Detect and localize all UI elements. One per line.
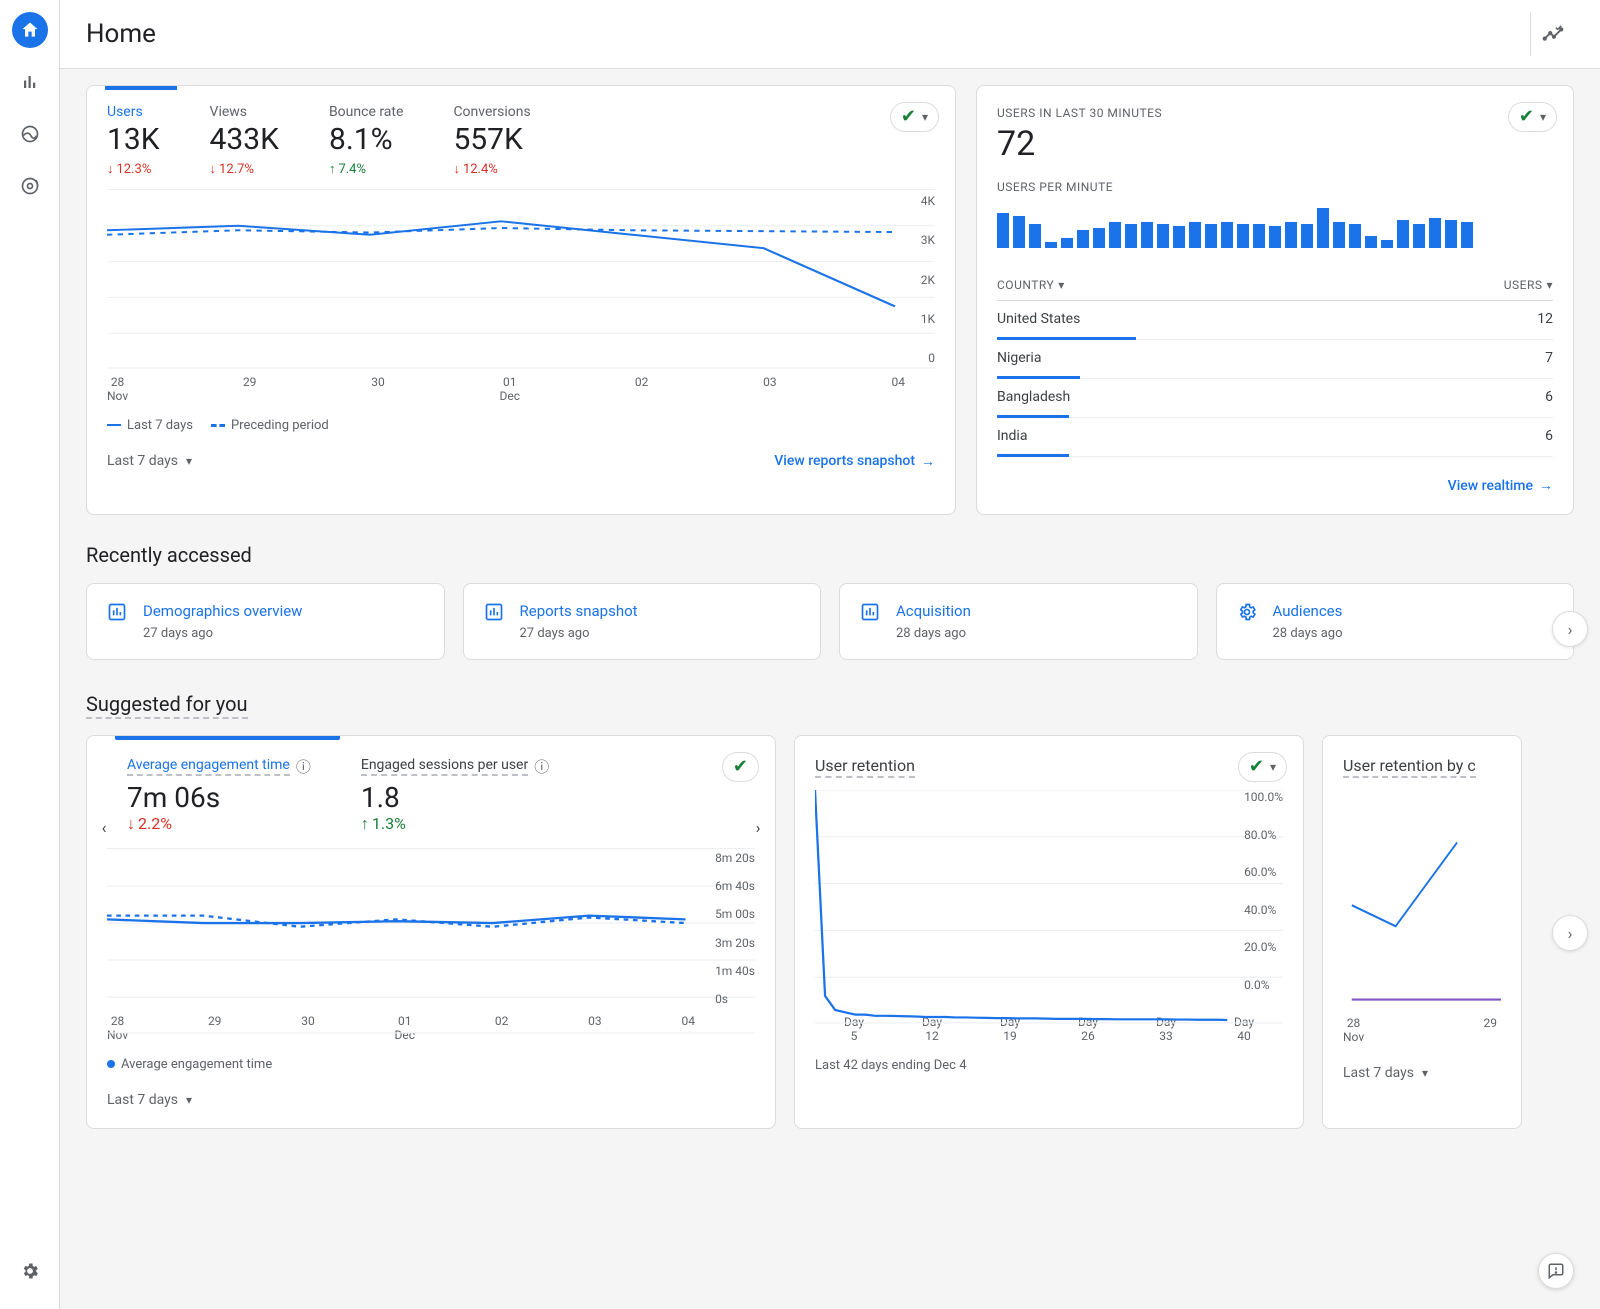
chevron-down-icon: ▾	[1270, 760, 1276, 774]
suggested-next-button[interactable]: ›	[1552, 915, 1588, 951]
page-title: Home	[86, 19, 156, 49]
arrow-right-icon: →	[1539, 477, 1553, 494]
engaged-sessions-value: 1.8	[361, 781, 549, 814]
recent-card[interactable]: Acquisition28 days ago	[839, 583, 1198, 660]
arrow-right-icon: →	[921, 453, 935, 470]
retention-footer: Last 42 days ending Dec 4	[815, 1058, 1283, 1073]
realtime-status-dropdown[interactable]: ✔ ▾	[1508, 102, 1557, 132]
users-column-header[interactable]: USERS▾	[1504, 278, 1553, 292]
overview-metric-bounce-rate[interactable]: Bounce rate8.1%↑7.4%	[329, 104, 403, 177]
overview-metric-conversions[interactable]: Conversions557K↓12.4%	[453, 104, 530, 177]
retention2-chart	[1343, 790, 1501, 1010]
overview-metric-views[interactable]: Views433K↓12.7%	[210, 104, 279, 177]
suggested-heading: Suggested for you	[86, 692, 1574, 719]
engagement-chart: 8m 20s6m 40s5m 00s3m 20s1m 40s0s	[107, 848, 755, 1008]
feedback-button[interactable]	[1538, 1253, 1574, 1289]
recent-card[interactable]: Reports snapshot27 days ago	[463, 583, 822, 660]
engagement-active-tab-indicator	[115, 736, 340, 740]
view-realtime-link[interactable]: View realtime→	[1448, 477, 1553, 494]
retention-by-cohort-card: User retention by c 28Nov29 Last 7 days▾	[1322, 735, 1522, 1129]
avg-engagement-label[interactable]: Average engagement time ⓘ	[127, 756, 311, 777]
realtime-value: 72	[997, 124, 1553, 164]
overview-active-tab-indicator	[105, 86, 177, 90]
help-icon[interactable]: ⓘ	[296, 756, 311, 777]
legend-last7: Last 7 days	[127, 418, 193, 433]
retention-card: ✔ ▾ User retention 100.0%80.0%60.0%40.0%…	[794, 735, 1304, 1129]
overview-legend: Last 7 days Preceding period	[107, 418, 935, 433]
view-reports-snapshot-link[interactable]: View reports snapshot→	[774, 453, 935, 470]
engaged-sessions-label[interactable]: Engaged sessions per user ⓘ	[361, 756, 549, 777]
retention-chart: 100.0%80.0%60.0%40.0%20.0%0.0%	[815, 790, 1283, 1010]
retention2-title: User retention by c	[1343, 756, 1501, 778]
bar-icon	[482, 602, 506, 627]
insights-icon[interactable]	[1530, 12, 1574, 56]
retention-title: User retention	[815, 756, 1283, 778]
realtime-row[interactable]: United States12	[997, 301, 1553, 340]
engagement-date-range-dropdown[interactable]: Last 7 days▾	[107, 1092, 192, 1108]
topbar: Home	[60, 0, 1600, 69]
overview-date-range-dropdown[interactable]: Last 7 days▾	[107, 453, 192, 469]
engagement-legend: Average engagement time	[107, 1057, 755, 1072]
avg-engagement-value: 7m 06s	[127, 781, 311, 814]
check-circle-icon: ✔	[901, 108, 916, 126]
engagement-card: ✔ ‹ › Average engagement time ⓘ 7m 06s ↓…	[86, 735, 776, 1129]
sidebar-home-icon[interactable]	[12, 12, 48, 48]
chevron-down-icon: ▾	[1546, 278, 1553, 292]
sidebar-explore-icon[interactable]	[12, 168, 48, 204]
recently-accessed-heading: Recently accessed	[86, 543, 1574, 567]
check-circle-icon: ✔	[1519, 108, 1534, 126]
chevron-right-icon: ›	[1568, 620, 1573, 639]
chevron-right-icon: ›	[1568, 924, 1573, 943]
recent-card[interactable]: Demographics overview27 days ago	[86, 583, 445, 660]
sidebar-settings-icon[interactable]	[12, 1253, 48, 1289]
engagement-prev-button[interactable]: ‹	[93, 816, 115, 838]
chevron-down-icon: ▾	[1540, 110, 1546, 124]
legend-preceding: Preceding period	[231, 418, 329, 433]
realtime-title: USERS IN LAST 30 MINUTES	[997, 106, 1553, 120]
check-circle-icon: ✔	[733, 758, 748, 776]
engaged-sessions-delta: ↑1.3%	[361, 814, 549, 834]
check-circle-icon: ✔	[1249, 758, 1264, 776]
help-icon[interactable]: ⓘ	[534, 756, 549, 777]
engagement-status-dropdown[interactable]: ✔	[722, 752, 759, 782]
sidebar-advertising-icon[interactable]	[12, 116, 48, 152]
users-per-minute-chart	[997, 204, 1553, 248]
users-per-minute-title: USERS PER MINUTE	[997, 180, 1553, 194]
bar-icon	[105, 602, 129, 627]
chevron-down-icon: ▾	[1058, 278, 1065, 292]
country-column-header[interactable]: COUNTRY▾	[997, 278, 1065, 292]
avg-engagement-delta: ↓2.2%	[127, 814, 311, 834]
realtime-row[interactable]: Nigeria7	[997, 340, 1553, 379]
recent-card[interactable]: Audiences28 days ago	[1216, 583, 1575, 660]
sidebar	[0, 0, 60, 1309]
retention-status-dropdown[interactable]: ✔ ▾	[1238, 752, 1287, 782]
overview-card: ✔ ▾ Users13K↓12.3% Views433K↓12.7% Bounce …	[86, 85, 956, 515]
overview-chart: 4K3K2K1K0	[107, 189, 935, 369]
realtime-card: ✔ ▾ USERS IN LAST 30 MINUTES 72 USERS PE…	[976, 85, 1574, 515]
sidebar-reports-icon[interactable]	[12, 64, 48, 100]
gear-icon	[1235, 602, 1259, 627]
realtime-row[interactable]: Bangladesh6	[997, 379, 1553, 418]
engagement-next-button[interactable]: ›	[747, 816, 769, 838]
realtime-row[interactable]: India6	[997, 418, 1553, 457]
retention2-date-range-dropdown[interactable]: Last 7 days▾	[1343, 1065, 1428, 1081]
bar-icon	[858, 602, 882, 627]
recent-next-button[interactable]: ›	[1552, 611, 1588, 647]
chevron-down-icon: ▾	[186, 454, 192, 468]
overview-metric-users[interactable]: Users13K↓12.3%	[107, 104, 160, 177]
chevron-down-icon: ▾	[922, 110, 928, 124]
overview-status-dropdown[interactable]: ✔ ▾	[890, 102, 939, 132]
